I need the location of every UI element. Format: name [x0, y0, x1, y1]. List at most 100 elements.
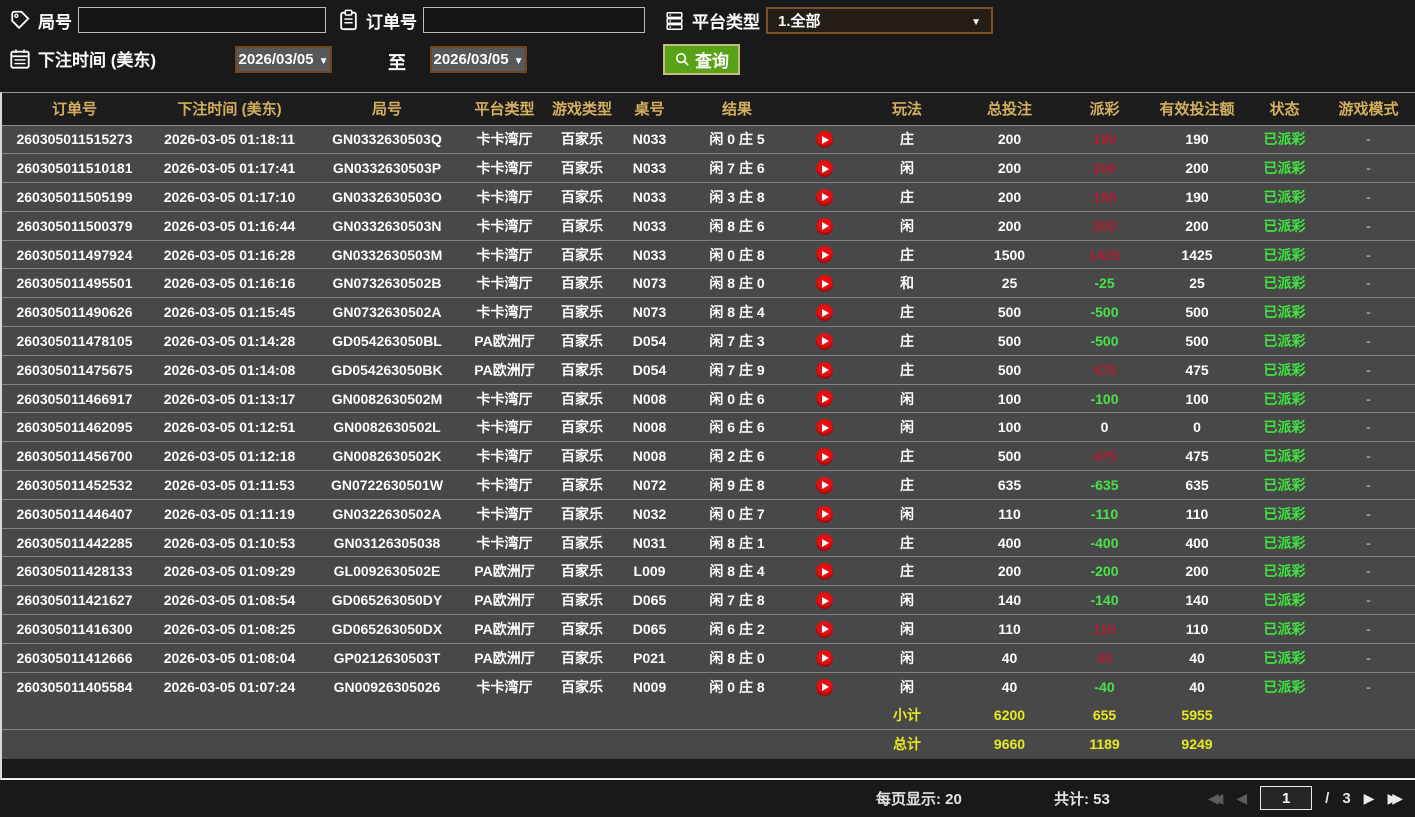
cell-game-type: 百家乐 [547, 498, 617, 529]
cell-play-type: 庄 [857, 556, 957, 586]
cell-result: 闲 0 庄 7 [682, 498, 792, 529]
cell-play [792, 585, 857, 615]
table-row: 260305011478105 2026-03-05 01:14:28 GD0542… [2, 326, 1415, 356]
play-video-icon[interactable] [816, 390, 833, 408]
query-button[interactable]: 查询 [663, 44, 740, 75]
cell-platform-type: 卡卡湾厅 [462, 125, 547, 154]
play-video-icon[interactable] [816, 131, 833, 149]
cell-order-no: 260305011416300 [2, 614, 147, 644]
cell-game-mode: - [1322, 498, 1415, 529]
cell-payout: 190 [1062, 125, 1147, 154]
calendar-icon [8, 47, 32, 71]
cell-result: 闲 0 庄 5 [682, 125, 792, 154]
cell-bet-time: 2026-03-05 01:10:53 [147, 527, 312, 557]
subtotal-total-bet: 6200 [957, 700, 1062, 730]
cell-game-type: 百家乐 [547, 383, 617, 413]
play-video-icon[interactable] [816, 217, 833, 235]
cell-valid-bet: 400 [1147, 527, 1247, 557]
platform-label: 平台类型 [692, 13, 760, 32]
cell-round-no: GN00926305026 [312, 671, 462, 701]
date-from-select[interactable]: 2026/03/05 [235, 46, 332, 73]
play-video-icon[interactable] [816, 505, 833, 523]
cell-play [792, 182, 857, 212]
play-video-icon[interactable] [816, 419, 833, 437]
cell-game-type: 百家乐 [547, 153, 617, 183]
play-video-icon[interactable] [816, 361, 833, 379]
play-video-icon[interactable] [816, 188, 833, 206]
cell-status: 已派彩 [1247, 441, 1322, 471]
play-video-icon[interactable] [816, 592, 833, 610]
play-video-icon[interactable] [816, 563, 833, 581]
cell-result: 闲 0 庄 8 [682, 239, 792, 269]
cell-bet-time: 2026-03-05 01:17:41 [147, 153, 312, 183]
platform-select[interactable]: 1.全部 [766, 7, 993, 34]
cell-play [792, 210, 857, 241]
table-row: 260305011416300 2026-03-05 01:08:25 GD0652… [2, 614, 1415, 644]
cell-game-mode: - [1322, 470, 1415, 500]
first-page-icon[interactable] [1208, 786, 1224, 810]
play-video-icon[interactable] [816, 275, 833, 293]
date-to-select[interactable]: 2026/03/05 [430, 46, 527, 73]
cell-platform-type: 卡卡湾厅 [462, 412, 547, 442]
cell-valid-bet: 100 [1147, 383, 1247, 413]
cell-result: 闲 0 庄 6 [682, 383, 792, 413]
play-video-icon[interactable] [816, 476, 833, 494]
cell-round-no: GD054263050BL [312, 326, 462, 356]
play-video-icon[interactable] [816, 620, 833, 638]
subtotal-valid-bet: 5955 [1147, 700, 1247, 730]
table-row: 260305011456700 2026-03-05 01:12:18 GN0082… [2, 441, 1415, 471]
last-page-icon[interactable] [1387, 786, 1403, 810]
play-video-icon[interactable] [816, 678, 833, 696]
column-header: 总投注 [957, 93, 1062, 126]
cell-game-mode: - [1322, 268, 1415, 298]
cell-play [792, 326, 857, 356]
cell-result: 闲 7 庄 3 [682, 326, 792, 356]
cell-valid-bet: 1425 [1147, 239, 1247, 269]
order-input[interactable] [423, 7, 645, 33]
cell-round-no: GD065263050DX [312, 614, 462, 644]
cell-round-no: GP0212630503T [312, 642, 462, 673]
play-video-icon[interactable] [816, 304, 833, 322]
play-video-icon[interactable] [816, 332, 833, 350]
cell-table-no: N033 [617, 125, 682, 154]
cell-game-type: 百家乐 [547, 354, 617, 385]
cell-platform-type: 卡卡湾厅 [462, 470, 547, 500]
cell-game-type: 百家乐 [547, 239, 617, 269]
cell-table-no: N031 [617, 527, 682, 557]
cell-bet-time: 2026-03-05 01:08:54 [147, 585, 312, 615]
cell-table-no: N032 [617, 498, 682, 529]
column-header [792, 93, 857, 126]
page-number-input[interactable] [1260, 786, 1313, 810]
order-label: 订单号 [366, 12, 417, 32]
column-header: 结果 [682, 93, 792, 126]
play-video-icon[interactable] [816, 160, 833, 178]
cell-valid-bet: 475 [1147, 441, 1247, 471]
cell-platform-type: PA欧洲厅 [462, 614, 547, 644]
cell-platform-type: 卡卡湾厅 [462, 239, 547, 269]
table-row: 260305011428133 2026-03-05 01:09:29 GL0092… [2, 556, 1415, 586]
next-page-icon[interactable] [1364, 786, 1375, 810]
cell-table-no: D065 [617, 614, 682, 644]
table-row: 260305011475675 2026-03-05 01:14:08 GD0542… [2, 354, 1415, 385]
cell-total-bet: 400 [957, 527, 1062, 557]
previous-page-icon[interactable] [1236, 786, 1247, 810]
round-input[interactable] [78, 7, 326, 33]
cell-round-no: GN0332630503O [312, 182, 462, 212]
cell-status: 已派彩 [1247, 383, 1322, 413]
cell-valid-bet: 140 [1147, 585, 1247, 615]
cell-round-no: GN0082630502K [312, 441, 462, 471]
cell-total-bet: 40 [957, 671, 1062, 701]
cell-game-mode: - [1322, 125, 1415, 154]
cell-play-type: 闲 [857, 585, 957, 615]
play-video-icon[interactable] [816, 246, 833, 264]
column-header: 订单号 [2, 93, 147, 126]
cell-platform-type: 卡卡湾厅 [462, 268, 547, 298]
play-video-icon[interactable] [816, 448, 833, 466]
cell-round-no: GN0082630502M [312, 383, 462, 413]
cell-platform-type: 卡卡湾厅 [462, 498, 547, 529]
play-video-icon[interactable] [816, 534, 833, 552]
play-video-icon[interactable] [816, 649, 833, 667]
cell-play-type: 庄 [857, 354, 957, 385]
total-pages-label: 3 [1342, 789, 1351, 807]
cell-payout: -500 [1062, 326, 1147, 356]
